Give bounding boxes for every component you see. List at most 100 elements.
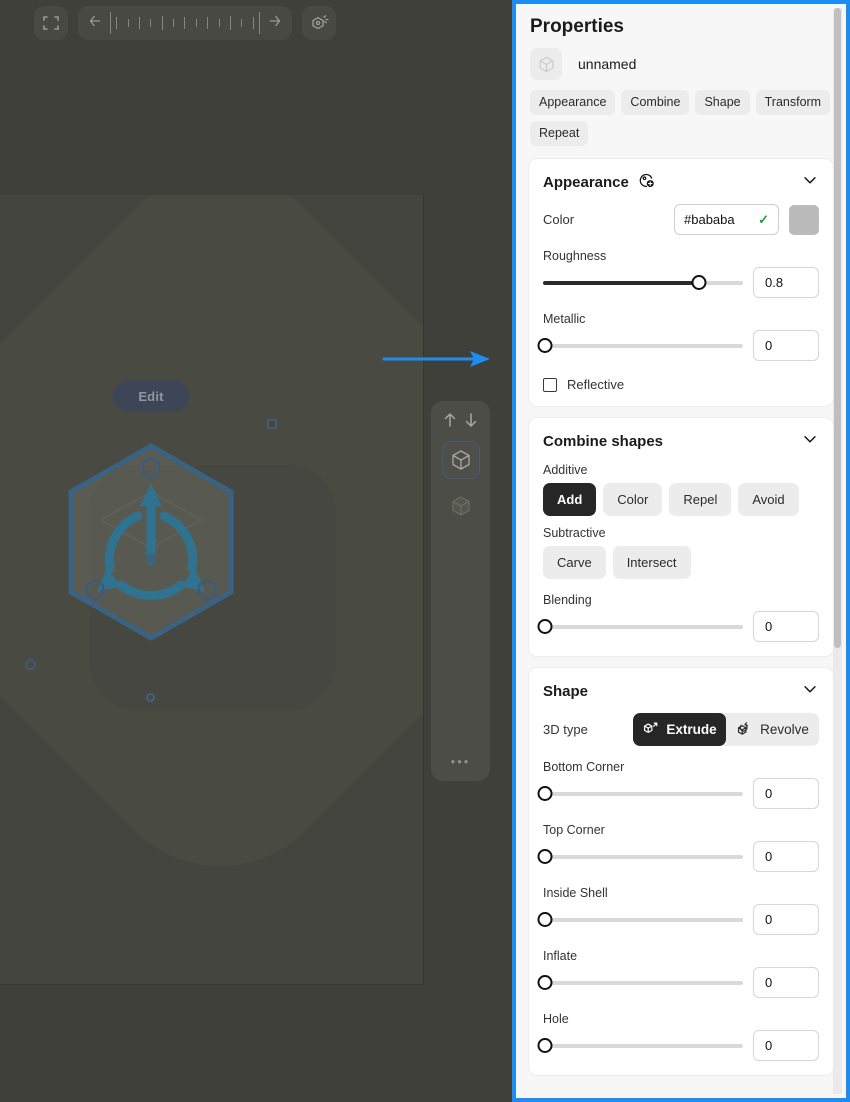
chevron-down-icon[interactable]: [801, 171, 819, 194]
top-corner-value-input[interactable]: 0: [753, 841, 819, 872]
additive-option-color[interactable]: Color: [603, 483, 663, 516]
arrow-down-icon[interactable]: [463, 411, 479, 433]
inside-shell-slider[interactable]: [537, 910, 743, 930]
roughness-slider[interactable]: [543, 273, 743, 293]
subtractive-options: Carve Intersect: [543, 546, 819, 579]
add-material-icon[interactable]: [638, 172, 655, 194]
blending-slider-block: Blending 0: [537, 593, 819, 642]
reflective-row[interactable]: Reflective: [543, 377, 819, 392]
3d-type-option-revolve[interactable]: Revolve: [726, 713, 819, 746]
additive-option-repel[interactable]: Repel: [669, 483, 732, 516]
inflate-value-input[interactable]: 0: [753, 967, 819, 998]
color-row: Color #bababa ✓: [543, 204, 819, 235]
check-icon: ✓: [758, 211, 769, 227]
slider-knob[interactable]: [537, 975, 553, 990]
history-nav-group: [78, 6, 292, 40]
shape-section: Shape 3D type Extrude Revolve Bottom Cor…: [528, 667, 834, 1076]
slider-track: [543, 624, 743, 629]
roughness-slider-block: Roughness 0.8: [543, 249, 819, 298]
3d-type-option-extrude[interactable]: Extrude: [633, 713, 726, 746]
slider-knob[interactable]: [537, 619, 553, 634]
subtractive-label: Subtractive: [543, 526, 606, 540]
selection-handle[interactable]: [267, 419, 277, 429]
color-label: Color: [543, 212, 575, 227]
blending-label: Blending: [543, 593, 592, 607]
side-toolbar-more-button[interactable]: •••: [431, 754, 490, 769]
revolve-label: Revolve: [760, 722, 809, 737]
chevron-down-icon[interactable]: [801, 680, 819, 703]
metallic-value-input[interactable]: 0: [753, 330, 819, 361]
tab-repeat[interactable]: Repeat: [530, 121, 589, 146]
color-swatch[interactable]: [789, 204, 819, 235]
inside-shell-value-input[interactable]: 0: [753, 904, 819, 935]
anchor-point-bottom[interactable]: [146, 693, 155, 702]
hole-value-input[interactable]: 0: [753, 1030, 819, 1061]
slider-knob[interactable]: [691, 275, 707, 290]
combine-shapes-section: Combine shapes Additive Add Color Repel …: [528, 417, 834, 657]
additive-option-add[interactable]: Add: [543, 483, 597, 516]
inside-shell-label: Inside Shell: [543, 886, 608, 900]
properties-panel-content: Properties unnamed Appearance Combine Sh…: [516, 4, 846, 1098]
arrow-right-icon[interactable]: [266, 12, 284, 35]
inflate-slider[interactable]: [537, 973, 743, 993]
object-name: unnamed: [578, 56, 637, 72]
edit-button[interactable]: Edit: [113, 380, 189, 412]
tab-transform[interactable]: Transform: [755, 90, 831, 115]
tab-combine[interactable]: Combine: [621, 90, 690, 115]
roughness-value-input[interactable]: 0.8: [753, 267, 819, 298]
slider-knob[interactable]: [537, 1038, 553, 1053]
tab-appearance[interactable]: Appearance: [530, 90, 616, 115]
tab-shape[interactable]: Shape: [695, 90, 750, 115]
top-corner-slider[interactable]: [537, 847, 743, 867]
hole-slider[interactable]: [537, 1036, 743, 1056]
color-input[interactable]: #bababa ✓: [674, 204, 779, 235]
additive-options: Add Color Repel Avoid: [543, 483, 819, 516]
appearance-header[interactable]: Appearance: [543, 171, 819, 194]
slider-track: [543, 1043, 743, 1048]
arrow-left-icon[interactable]: [86, 12, 104, 35]
combine-header[interactable]: Combine shapes: [543, 430, 819, 453]
page-title: Properties: [530, 16, 624, 37]
rotate-gizmo-icon[interactable]: [63, 440, 239, 645]
slider-knob[interactable]: [537, 786, 553, 801]
additive-option-avoid[interactable]: Avoid: [738, 483, 799, 516]
anchor-point-left[interactable]: [25, 659, 36, 670]
cube-outline-icon[interactable]: [441, 441, 480, 479]
subtractive-option-intersect[interactable]: Intersect: [612, 546, 691, 579]
metallic-slider-block: Metallic 0: [537, 312, 819, 361]
roughness-label: Roughness: [543, 249, 607, 263]
canvas-side-toolbar: •••: [431, 401, 490, 781]
slider-knob[interactable]: [537, 338, 553, 353]
cube-solid-icon[interactable]: [442, 487, 480, 525]
chevron-down-icon[interactable]: [801, 430, 819, 453]
object-row[interactable]: unnamed: [528, 40, 834, 86]
bottom-corner-slider[interactable]: [537, 784, 743, 804]
panel-scrollbar[interactable]: [833, 8, 842, 1094]
additive-label: Additive: [543, 463, 588, 477]
bottom-corner-value-input[interactable]: 0: [753, 778, 819, 809]
annotation-arrow-icon: [382, 349, 492, 374]
arrow-up-icon[interactable]: [442, 411, 458, 433]
combine-title: Combine shapes: [543, 433, 664, 450]
bottom-corner-slider-block: Bottom Corner 0: [537, 760, 819, 809]
slider-knob[interactable]: [537, 849, 553, 864]
cube-outline-icon: [530, 48, 562, 80]
frame-select-icon[interactable]: [34, 6, 68, 40]
slider-fill: [543, 280, 699, 285]
hole-slider-block: Hole 0: [537, 1012, 819, 1061]
metallic-label: Metallic: [543, 312, 586, 326]
reflective-checkbox[interactable]: [543, 377, 557, 392]
ruler-icon[interactable]: [110, 12, 260, 34]
lighting-icon[interactable]: [302, 6, 336, 40]
subtractive-option-carve[interactable]: Carve: [543, 546, 606, 579]
blending-value-input[interactable]: 0: [753, 611, 819, 642]
3d-type-row: 3D type Extrude Revolve: [543, 713, 819, 746]
revolve-icon: [736, 720, 753, 740]
slider-knob[interactable]: [537, 912, 553, 927]
panel-scrollbar-thumb[interactable]: [834, 8, 841, 648]
blending-slider[interactable]: [537, 617, 743, 637]
hole-label: Hole: [543, 1012, 569, 1026]
metallic-slider[interactable]: [537, 336, 743, 356]
shape-header[interactable]: Shape: [543, 680, 819, 703]
panel-tabs: Appearance Combine Shape Transform Repea…: [528, 86, 834, 158]
